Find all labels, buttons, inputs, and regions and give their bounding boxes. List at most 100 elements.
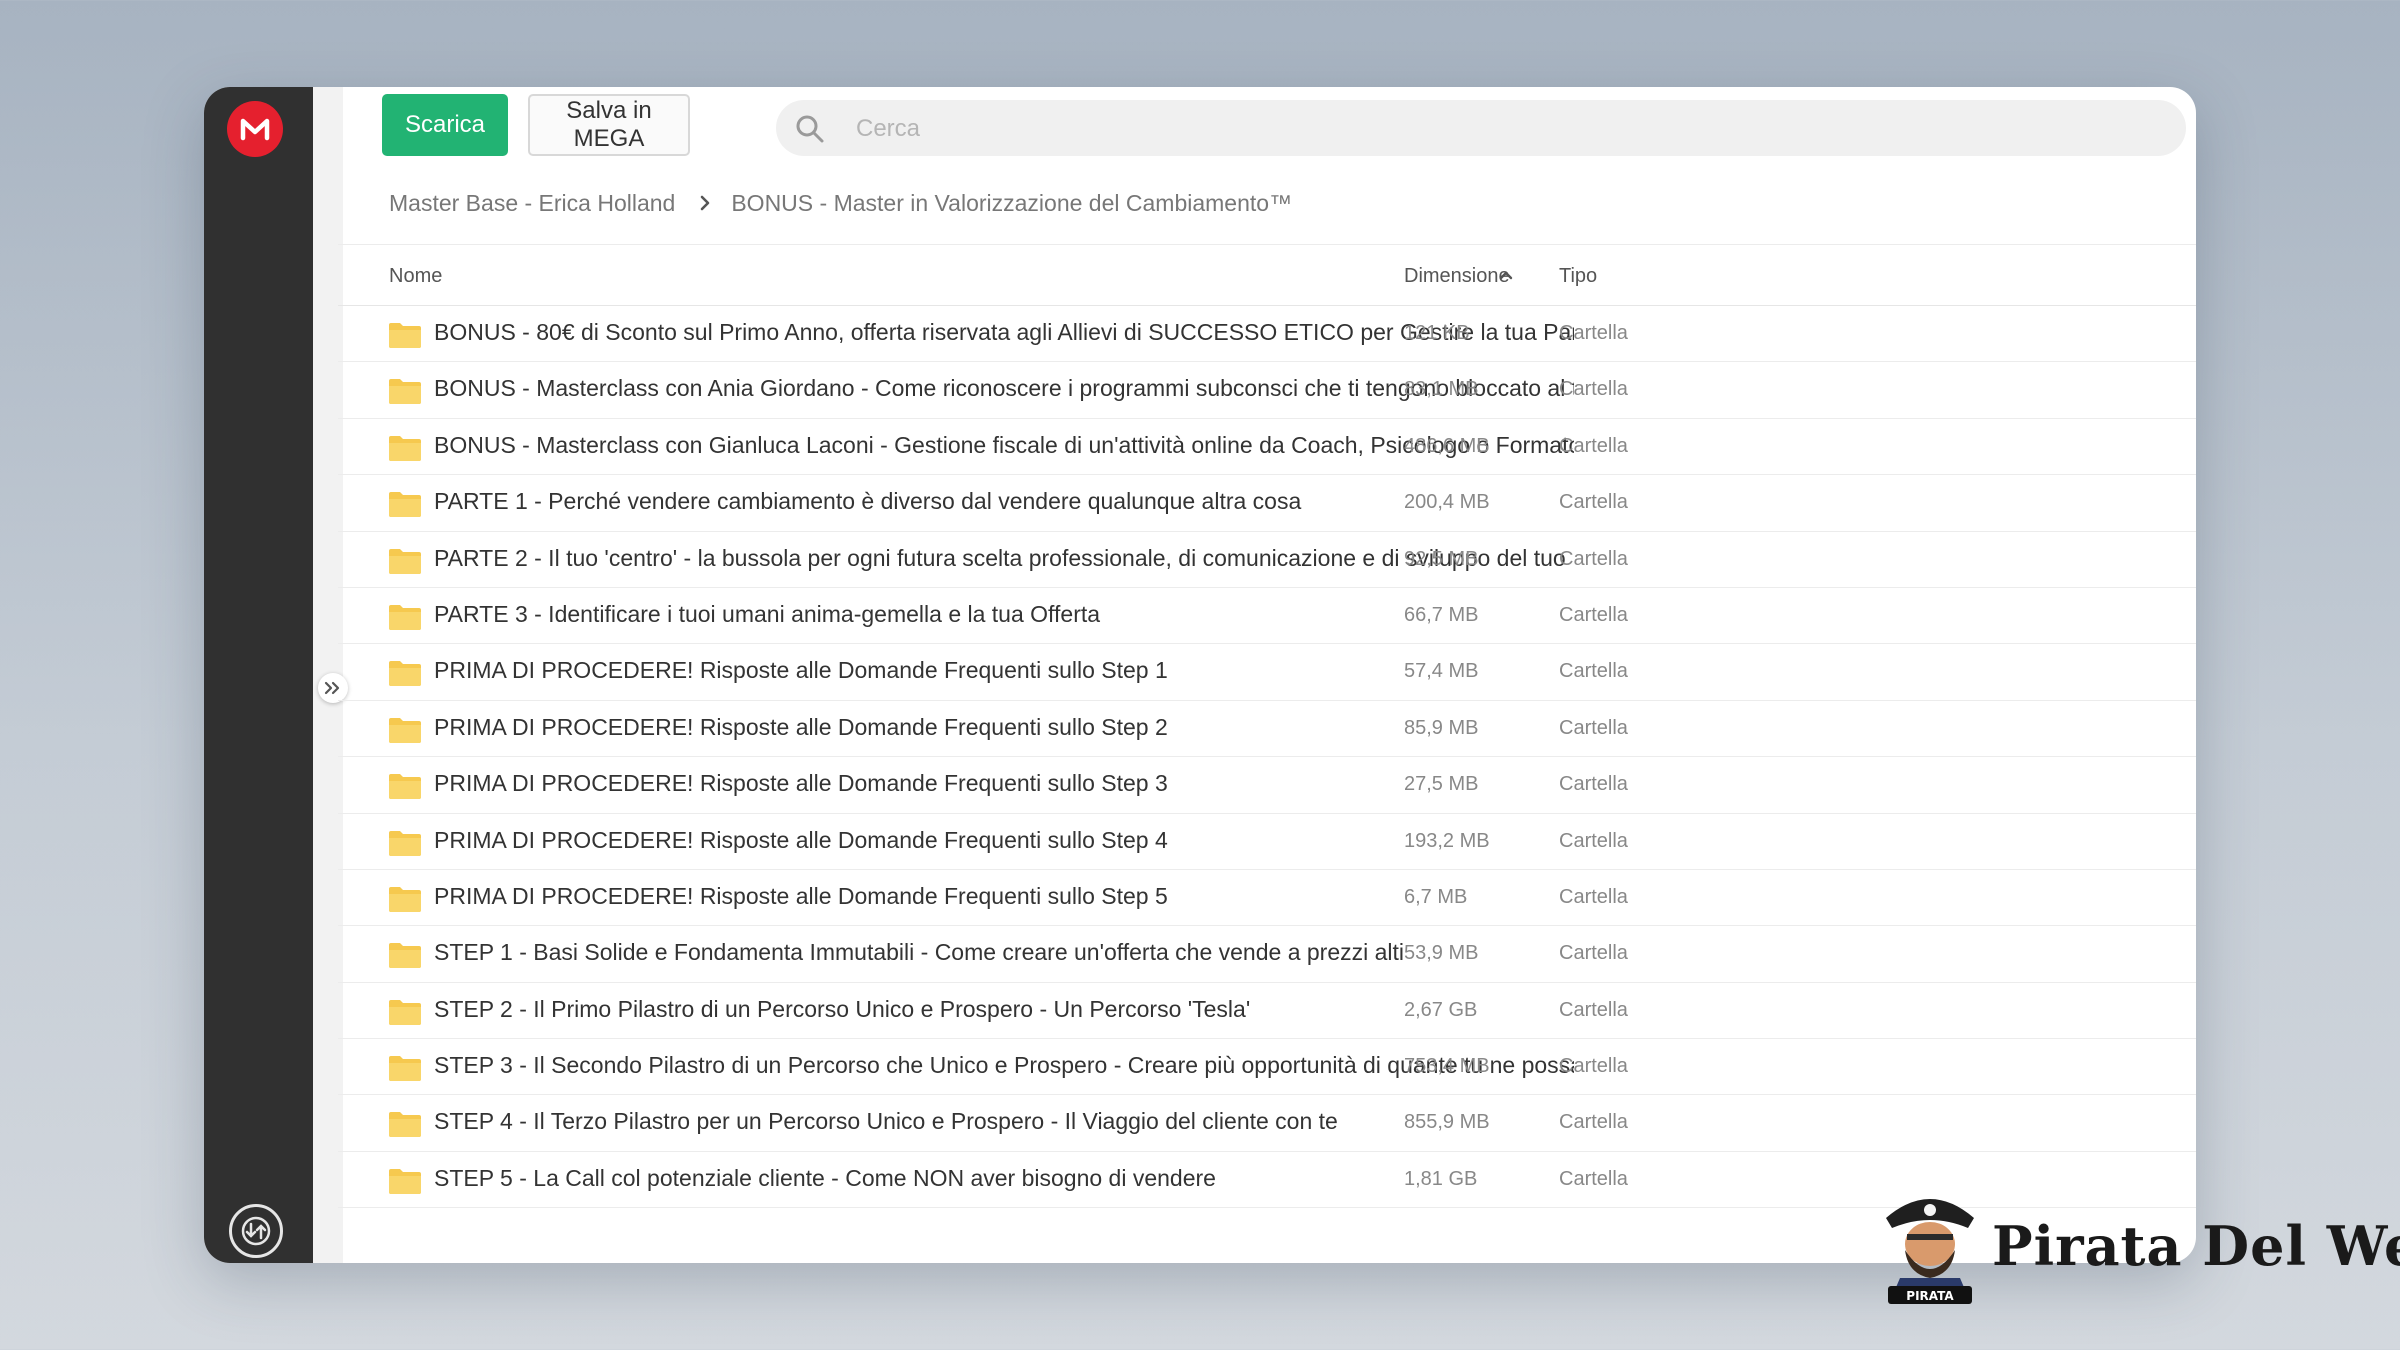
row-content: PRIMA DI PROCEDERE! Risposte alle Domand… <box>338 757 2196 812</box>
row-content: PARTE 3 - Identificare i tuoi umani anim… <box>338 588 2196 643</box>
folder-icon <box>389 717 421 743</box>
file-type: Cartella <box>1559 942 1628 965</box>
folder-icon <box>389 604 421 630</box>
folder-icon <box>389 943 421 969</box>
row-content: PRIMA DI PROCEDERE! Risposte alle Domand… <box>338 870 2196 925</box>
file-type: Cartella <box>1559 1167 1628 1190</box>
pirate-mascot-icon: PIRATA <box>1886 1199 1974 1304</box>
file-type: Cartella <box>1559 660 1628 683</box>
file-type: Cartella <box>1559 547 1628 570</box>
file-type: Cartella <box>1559 716 1628 739</box>
search-input[interactable] <box>854 108 2158 150</box>
row-content: PRIMA DI PROCEDERE! Risposte alle Domand… <box>338 644 2196 699</box>
file-size: 200,4 MB <box>1404 491 1490 514</box>
row-content: PARTE 2 - Il tuo 'centro' - la bussola p… <box>338 532 2196 587</box>
file-name[interactable]: PRIMA DI PROCEDERE! Risposte alle Domand… <box>434 714 1574 741</box>
table-row[interactable]: STEP 1 - Basi Solide e Fondamenta Immuta… <box>338 926 2196 983</box>
mega-logo-icon[interactable] <box>227 101 283 157</box>
table-row[interactable]: PARTE 2 - Il tuo 'centro' - la bussola p… <box>338 532 2196 588</box>
file-name[interactable]: BONUS - Masterclass con Gianluca Laconi … <box>434 432 1574 459</box>
folder-icon <box>389 492 421 518</box>
watermark-brand-text: Pirata Del Web <box>1992 1214 2400 1278</box>
table-row[interactable]: PARTE 3 - Identificare i tuoi umani anim… <box>338 588 2196 645</box>
file-size: 6,7 MB <box>1404 885 1468 908</box>
file-size: 486,6 MB <box>1404 434 1490 457</box>
row-content: STEP 3 - Il Secondo Pilastro di un Perco… <box>338 1039 2196 1094</box>
breadcrumb-item-current[interactable]: BONUS - Master in Valorizzazione del Cam… <box>731 190 1292 217</box>
file-name[interactable]: PARTE 2 - Il tuo 'centro' - la bussola p… <box>434 545 1574 572</box>
table-row[interactable]: PRIMA DI PROCEDERE! Risposte alle Domand… <box>338 701 2196 758</box>
search-bar[interactable] <box>776 100 2186 156</box>
transfer-manager-icon[interactable] <box>229 1204 283 1258</box>
folder-icon <box>389 774 421 800</box>
row-content: STEP 4 - Il Terzo Pilastro per un Percor… <box>338 1095 2196 1150</box>
table-row[interactable]: STEP 3 - Il Secondo Pilastro di un Perco… <box>338 1039 2196 1096</box>
mega-app-window: Scarica Salva in MEGA Master Base - Eric… <box>204 87 2196 1263</box>
file-size: 83,1 MB <box>1404 378 1479 401</box>
folder-icon <box>389 999 421 1025</box>
file-size: 855,9 MB <box>1404 1111 1490 1134</box>
file-name[interactable]: STEP 4 - Il Terzo Pilastro per un Percor… <box>434 1108 1574 1135</box>
folder-icon <box>389 830 421 856</box>
folder-icon <box>389 661 421 687</box>
column-header-size[interactable]: Dimensione <box>1404 265 1510 288</box>
file-name[interactable]: STEP 3 - Il Secondo Pilastro di un Perco… <box>434 1052 1574 1079</box>
download-button[interactable]: Scarica <box>382 94 508 156</box>
table-row[interactable]: PRIMA DI PROCEDERE! Risposte alle Domand… <box>338 644 2196 701</box>
file-size: 85,9 MB <box>1404 716 1479 739</box>
folder-icon <box>389 435 421 461</box>
table-row[interactable]: BONUS - Masterclass con Gianluca Laconi … <box>338 419 2196 476</box>
row-content: BONUS - Masterclass con Ania Giordano - … <box>338 362 2196 417</box>
sidebar <box>204 87 313 1263</box>
table-row[interactable]: STEP 2 - Il Primo Pilastro di un Percors… <box>338 983 2196 1040</box>
file-size: 57,4 MB <box>1404 660 1479 683</box>
file-name[interactable]: STEP 1 - Basi Solide e Fondamenta Immuta… <box>434 939 1574 966</box>
table-row[interactable]: PRIMA DI PROCEDERE! Risposte alle Domand… <box>338 814 2196 870</box>
row-content: PARTE 1 - Perché vendere cambiamento è d… <box>338 475 2196 530</box>
table-row[interactable]: PRIMA DI PROCEDERE! Risposte alle Domand… <box>338 870 2196 927</box>
file-size: 121 KB <box>1404 322 1470 344</box>
chevron-right-icon <box>699 190 711 217</box>
file-size: 1,81 GB <box>1404 1167 1478 1190</box>
file-name[interactable]: BONUS - Masterclass con Ania Giordano - … <box>434 375 1574 402</box>
file-table: Nome Dimensione Tipo BONUS - 80€ di Scon… <box>338 244 2196 1209</box>
file-name[interactable]: PRIMA DI PROCEDERE! Risposte alle Domand… <box>434 770 1574 797</box>
column-header-name[interactable]: Nome <box>389 265 442 288</box>
file-type: Cartella <box>1559 1111 1628 1134</box>
file-name[interactable]: PRIMA DI PROCEDERE! Risposte alle Domand… <box>434 827 1574 854</box>
file-name[interactable]: PRIMA DI PROCEDERE! Risposte alle Domand… <box>434 657 1574 684</box>
file-size: 27,5 MB <box>1404 773 1479 796</box>
file-name[interactable]: STEP 2 - Il Primo Pilastro di un Percors… <box>434 996 1574 1023</box>
folder-icon <box>389 886 421 912</box>
file-type: Cartella <box>1559 491 1628 514</box>
folder-icon <box>389 548 421 574</box>
column-header-type[interactable]: Tipo <box>1559 265 1597 288</box>
table-row[interactable]: STEP 4 - Il Terzo Pilastro per un Percor… <box>338 1095 2196 1152</box>
file-name[interactable]: PRIMA DI PROCEDERE! Risposte alle Domand… <box>434 883 1574 910</box>
file-type: Cartella <box>1559 322 1628 344</box>
table-header: Nome Dimensione Tipo <box>338 245 2196 306</box>
table-row[interactable]: PARTE 1 - Perché vendere cambiamento è d… <box>338 475 2196 532</box>
folder-icon <box>389 379 421 405</box>
watermark-badge: PIRATA <box>1906 1289 1954 1303</box>
table-row[interactable]: BONUS - Masterclass con Ania Giordano - … <box>338 362 2196 419</box>
file-size: 2,67 GB <box>1404 998 1478 1021</box>
file-type: Cartella <box>1559 603 1628 626</box>
file-name[interactable]: PARTE 3 - Identificare i tuoi umani anim… <box>434 601 1574 628</box>
folder-icon <box>389 323 421 348</box>
table-row[interactable]: BONUS - 80€ di Sconto sul Primo Anno, of… <box>338 306 2196 363</box>
file-type: Cartella <box>1559 434 1628 457</box>
file-name[interactable]: STEP 5 - La Call col potenziale cliente … <box>434 1165 1574 1192</box>
file-name[interactable]: BONUS - 80€ di Sconto sul Primo Anno, of… <box>434 319 1574 346</box>
file-size: 193,2 MB <box>1404 829 1490 852</box>
row-content: STEP 2 - Il Primo Pilastro di un Percors… <box>338 983 2196 1038</box>
breadcrumb-item-parent[interactable]: Master Base - Erica Holland <box>389 190 675 217</box>
row-content: PRIMA DI PROCEDERE! Risposte alle Domand… <box>338 701 2196 756</box>
table-row[interactable]: PRIMA DI PROCEDERE! Risposte alle Domand… <box>338 757 2196 814</box>
save-to-mega-button[interactable]: Salva in MEGA <box>528 94 690 156</box>
file-type: Cartella <box>1559 378 1628 401</box>
search-icon <box>796 115 824 143</box>
breadcrumb: Master Base - Erica Holland BONUS - Mast… <box>389 185 1292 221</box>
watermark-logo: PIRATA Pirata Del Web <box>1880 1188 2400 1308</box>
file-name[interactable]: PARTE 1 - Perché vendere cambiamento è d… <box>434 488 1574 515</box>
